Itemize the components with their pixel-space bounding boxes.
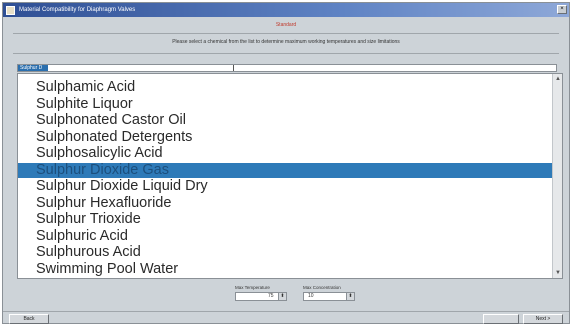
status-text: Standard xyxy=(275,22,297,28)
scroll-down-icon[interactable]: ▼ xyxy=(554,269,562,277)
back-button[interactable]: Back xyxy=(9,314,49,324)
blank-button[interactable] xyxy=(483,314,519,324)
filter-value: Sulphur D xyxy=(18,65,48,71)
concentration-spinner[interactable]: 10 ⬍ xyxy=(303,292,355,301)
spin-arrows-icon[interactable]: ⬍ xyxy=(278,293,286,300)
list-item[interactable]: Sulphonated Detergents xyxy=(18,129,552,145)
close-icon[interactable]: × xyxy=(557,5,567,14)
instruction-text: Please select a chemical from the list t… xyxy=(172,39,400,45)
app-window: Material Compatibility for Diaphragm Val… xyxy=(2,2,570,324)
list-item[interactable]: Swimming Pool Water xyxy=(18,261,552,277)
list-scrollbar[interactable]: ▲ ▼ xyxy=(552,74,562,278)
scroll-up-icon[interactable]: ▲ xyxy=(554,75,562,83)
temperature-label: Max Temperature xyxy=(235,285,270,290)
list-item[interactable]: Sulphonated Castor Oil xyxy=(18,113,552,128)
list-item[interactable]: Sulphurous Acid xyxy=(18,245,552,260)
divider xyxy=(13,53,559,54)
concentration-label: Max Concentration xyxy=(303,285,341,290)
temperature-spinner[interactable]: 75 ⬍ xyxy=(235,292,287,301)
window-controls: × xyxy=(557,5,567,14)
filter-caret xyxy=(233,65,234,71)
list-item[interactable]: Sulphur Dioxide Liquid Dry xyxy=(18,179,552,194)
list-item[interactable]: Sulphur Hexafluoride xyxy=(18,195,552,211)
chemical-listbox[interactable]: ▲ ▼ Sulphamic Acid Sulphite Liquor Sulphon… xyxy=(17,73,563,279)
concentration-control: Max Concentration 10 ⬍ xyxy=(303,285,355,301)
title-bar[interactable]: Material Compatibility for Diaphragm Val… xyxy=(3,3,569,17)
window-title: Material Compatibility for Diaphragm Val… xyxy=(19,7,136,13)
list-item[interactable]: Sulphosalicylic Acid xyxy=(18,146,552,161)
temperature-control: Max Temperature 75 ⬍ xyxy=(235,285,287,301)
concentration-value: 10 xyxy=(308,293,314,299)
spin-arrows-icon[interactable]: ⬍ xyxy=(346,293,354,300)
next-button[interactable]: Next > xyxy=(523,314,563,324)
list-item[interactable]: Sulphuric Acid xyxy=(18,228,552,244)
bottom-bar: Back Next > xyxy=(3,311,569,324)
filter-input[interactable]: Sulphur D xyxy=(17,64,557,72)
list-item[interactable]: Sulphamic Acid xyxy=(18,80,552,95)
list-item[interactable]: Sulphur Dioxide Gas xyxy=(18,162,552,178)
list-item[interactable]: Sulphite Liquor xyxy=(18,96,552,112)
divider xyxy=(13,33,559,34)
app-icon xyxy=(6,5,15,15)
temperature-value: 75 xyxy=(268,293,274,299)
list-item[interactable]: Sulphur Trioxide xyxy=(18,212,552,227)
